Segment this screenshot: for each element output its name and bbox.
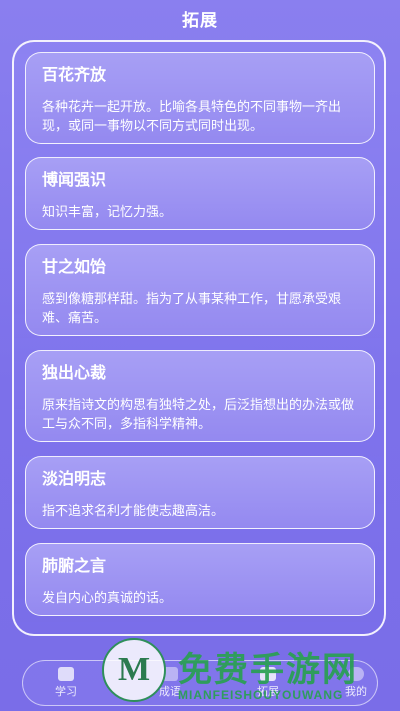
idiom-description: 原来指诗文的构思有独特之处，后泛指想出的办法或做工与众不同，多指科学精神。	[42, 397, 355, 431]
idiom-card[interactable]: 博闻强识 知识丰富，记忆力强。	[25, 157, 375, 230]
watermark-logo-letter: M	[117, 651, 151, 688]
idiom-description: 知识丰富，记忆力强。	[42, 204, 173, 219]
top-bar: 拓展	[0, 0, 400, 36]
watermark-text: 免费手游网	[178, 650, 358, 690]
idiom-title: 博闻强识	[42, 172, 107, 189]
idiom-title: 肺腑之言	[42, 558, 107, 575]
idiom-card[interactable]: 独出心裁 原来指诗文的构思有独特之处，后泛指想出的办法或做工与众不同，多指科学精…	[25, 350, 375, 442]
idiom-title: 独出心裁	[42, 365, 107, 382]
idiom-description: 发自内心的真诚的话。	[42, 590, 173, 605]
idiom-title: 百花齐放	[42, 67, 107, 84]
tab-label: 学习	[55, 686, 77, 698]
watermark: M 免费手游网 MIANFEISHOUYOUWANG	[100, 638, 390, 711]
idiom-card[interactable]: 甘之如饴 感到像糖那样甜。指为了从事某种工作，甘愿承受艰难、痛苦。	[25, 244, 375, 336]
idiom-card[interactable]: 淡泊明志 指不追求名利才能使志趣高洁。	[25, 456, 375, 529]
idiom-card[interactable]: 肺腑之言 发自内心的真诚的话。	[25, 543, 375, 616]
idiom-description: 各种花卉一起开放。比喻各具特色的不同事物一齐出现，或同一事物以不同方式同时出现。	[42, 99, 342, 133]
tab-study[interactable]: 学习	[31, 663, 101, 703]
book-icon	[58, 667, 74, 681]
idiom-card[interactable]: 百花齐放 各种花卉一起开放。比喻各具特色的不同事物一齐出现，或同一事物以不同方式…	[25, 52, 375, 144]
idiom-title: 淡泊明志	[42, 471, 107, 488]
idiom-title: 甘之如饴	[42, 259, 107, 276]
page-title: 拓展	[182, 10, 218, 30]
idiom-description: 指不追求名利才能使志趣高洁。	[42, 503, 225, 518]
idiom-description: 感到像糖那样甜。指为了从事某种工作，甘愿承受艰难、痛苦。	[42, 291, 342, 325]
watermark-logo-icon: M	[102, 638, 166, 702]
watermark-url: MIANFEISHOUYOUWANG	[178, 688, 344, 702]
